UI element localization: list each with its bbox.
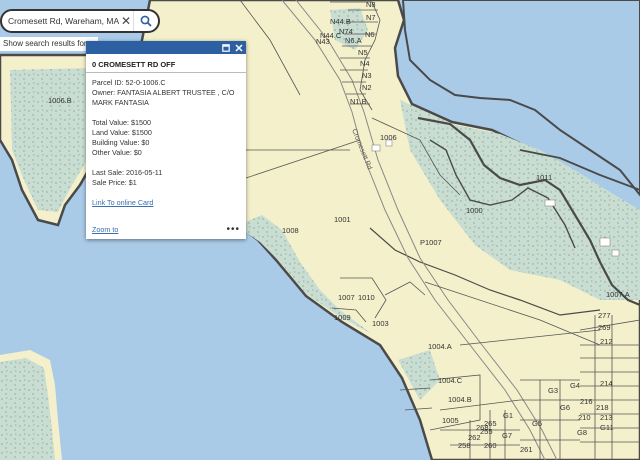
svg-text:1006: 1006 bbox=[380, 133, 397, 142]
svg-text:G8: G8 bbox=[577, 428, 587, 437]
search-icon bbox=[140, 15, 152, 27]
svg-text:G6: G6 bbox=[560, 403, 570, 412]
sale-price: Sale Price: $1 bbox=[92, 178, 137, 187]
svg-text:1009: 1009 bbox=[334, 313, 351, 322]
svg-text:G1: G1 bbox=[503, 411, 513, 420]
svg-text:1004.C: 1004.C bbox=[438, 376, 463, 385]
close-icon bbox=[234, 43, 243, 52]
svg-text:214: 214 bbox=[600, 379, 613, 388]
svg-text:260: 260 bbox=[484, 441, 497, 450]
svg-text:216: 216 bbox=[580, 397, 593, 406]
svg-text:261: 261 bbox=[520, 445, 533, 454]
svg-text:277: 277 bbox=[598, 311, 611, 320]
zoom-to-link[interactable]: Zoom to bbox=[92, 225, 118, 234]
svg-text:210: 210 bbox=[578, 413, 591, 422]
popup-footer: Zoom to ••• bbox=[92, 224, 240, 235]
parcel-popup: 0 CROMESETT RD OFF Parcel ID: 52-0-1006.… bbox=[86, 41, 246, 239]
svg-text:218: 218 bbox=[596, 403, 609, 412]
svg-text:213: 213 bbox=[600, 413, 613, 422]
svg-text:1008: 1008 bbox=[282, 226, 299, 235]
svg-text:N6.A: N6.A bbox=[345, 36, 362, 45]
search-bar[interactable]: Cromesett Rd, Wareham, MA, 02571 ✕ bbox=[0, 9, 160, 33]
land-value: Land Value: $1500 bbox=[92, 128, 152, 137]
search-button[interactable] bbox=[133, 11, 158, 31]
svg-text:1001: 1001 bbox=[334, 215, 351, 224]
total-value: Total Value: $1500 bbox=[92, 118, 152, 127]
last-sale: Last Sale: 2016-05-11 bbox=[92, 168, 163, 177]
svg-text:1006.B: 1006.B bbox=[48, 96, 72, 105]
svg-text:212: 212 bbox=[600, 337, 613, 346]
svg-text:269: 269 bbox=[598, 323, 611, 332]
svg-text:G7: G7 bbox=[502, 431, 512, 440]
svg-text:N8: N8 bbox=[366, 0, 376, 9]
svg-text:G5: G5 bbox=[532, 419, 542, 428]
svg-text:N4: N4 bbox=[360, 59, 370, 68]
parcel-id: Parcel ID: 52-0-1006.C bbox=[92, 78, 166, 87]
close-button[interactable] bbox=[234, 43, 243, 52]
svg-text:G4: G4 bbox=[570, 381, 580, 390]
svg-text:N44.B: N44.B bbox=[330, 17, 351, 26]
search-hint[interactable]: Show search results for bbox=[0, 37, 98, 51]
more-options-icon[interactable]: ••• bbox=[226, 224, 240, 235]
svg-text:N5: N5 bbox=[358, 48, 368, 57]
maximize-button[interactable] bbox=[221, 43, 230, 52]
svg-text:N6: N6 bbox=[365, 30, 375, 39]
svg-text:1000: 1000 bbox=[466, 206, 483, 215]
popup-body: Parcel ID: 52-0-1006.C Owner: FANTASIA A… bbox=[86, 73, 246, 213]
other-value: Other Value: $0 bbox=[92, 148, 142, 157]
svg-text:N1.B: N1.B bbox=[350, 97, 367, 106]
online-card-link[interactable]: Link To online Card bbox=[92, 198, 240, 208]
svg-text:1004.A: 1004.A bbox=[428, 342, 452, 351]
clear-icon[interactable]: ✕ bbox=[119, 14, 133, 28]
svg-text:N2: N2 bbox=[362, 83, 372, 92]
svg-text:255: 255 bbox=[480, 427, 493, 436]
svg-text:1011: 1011 bbox=[536, 173, 552, 182]
svg-text:N3: N3 bbox=[362, 71, 372, 80]
maximize-icon bbox=[221, 43, 230, 52]
popup-title: 0 CROMESETT RD OFF bbox=[86, 54, 246, 73]
building-value: Building Value: $0 bbox=[92, 138, 150, 147]
owner-line-2: MARK FANTASIA bbox=[92, 98, 149, 107]
svg-text:1003: 1003 bbox=[372, 319, 389, 328]
svg-text:N74: N74 bbox=[339, 27, 353, 36]
svg-text:258: 258 bbox=[458, 441, 471, 450]
svg-text:N43: N43 bbox=[316, 37, 330, 46]
svg-text:P1007: P1007 bbox=[420, 238, 442, 247]
svg-text:G3: G3 bbox=[548, 386, 558, 395]
svg-text:1010: 1010 bbox=[358, 293, 375, 302]
search-input[interactable]: Cromesett Rd, Wareham, MA, 02571 bbox=[2, 16, 119, 26]
svg-text:1007.A: 1007.A bbox=[606, 290, 630, 299]
svg-text:1004.B: 1004.B bbox=[448, 395, 472, 404]
svg-text:1007: 1007 bbox=[338, 293, 355, 302]
popup-header bbox=[86, 41, 246, 54]
owner-line-1: Owner: FANTASIA ALBERT TRUSTEE , C/O bbox=[92, 88, 235, 97]
svg-text:N7: N7 bbox=[366, 13, 376, 22]
svg-text:1005: 1005 bbox=[442, 416, 459, 425]
svg-text:G11: G11 bbox=[600, 423, 614, 432]
